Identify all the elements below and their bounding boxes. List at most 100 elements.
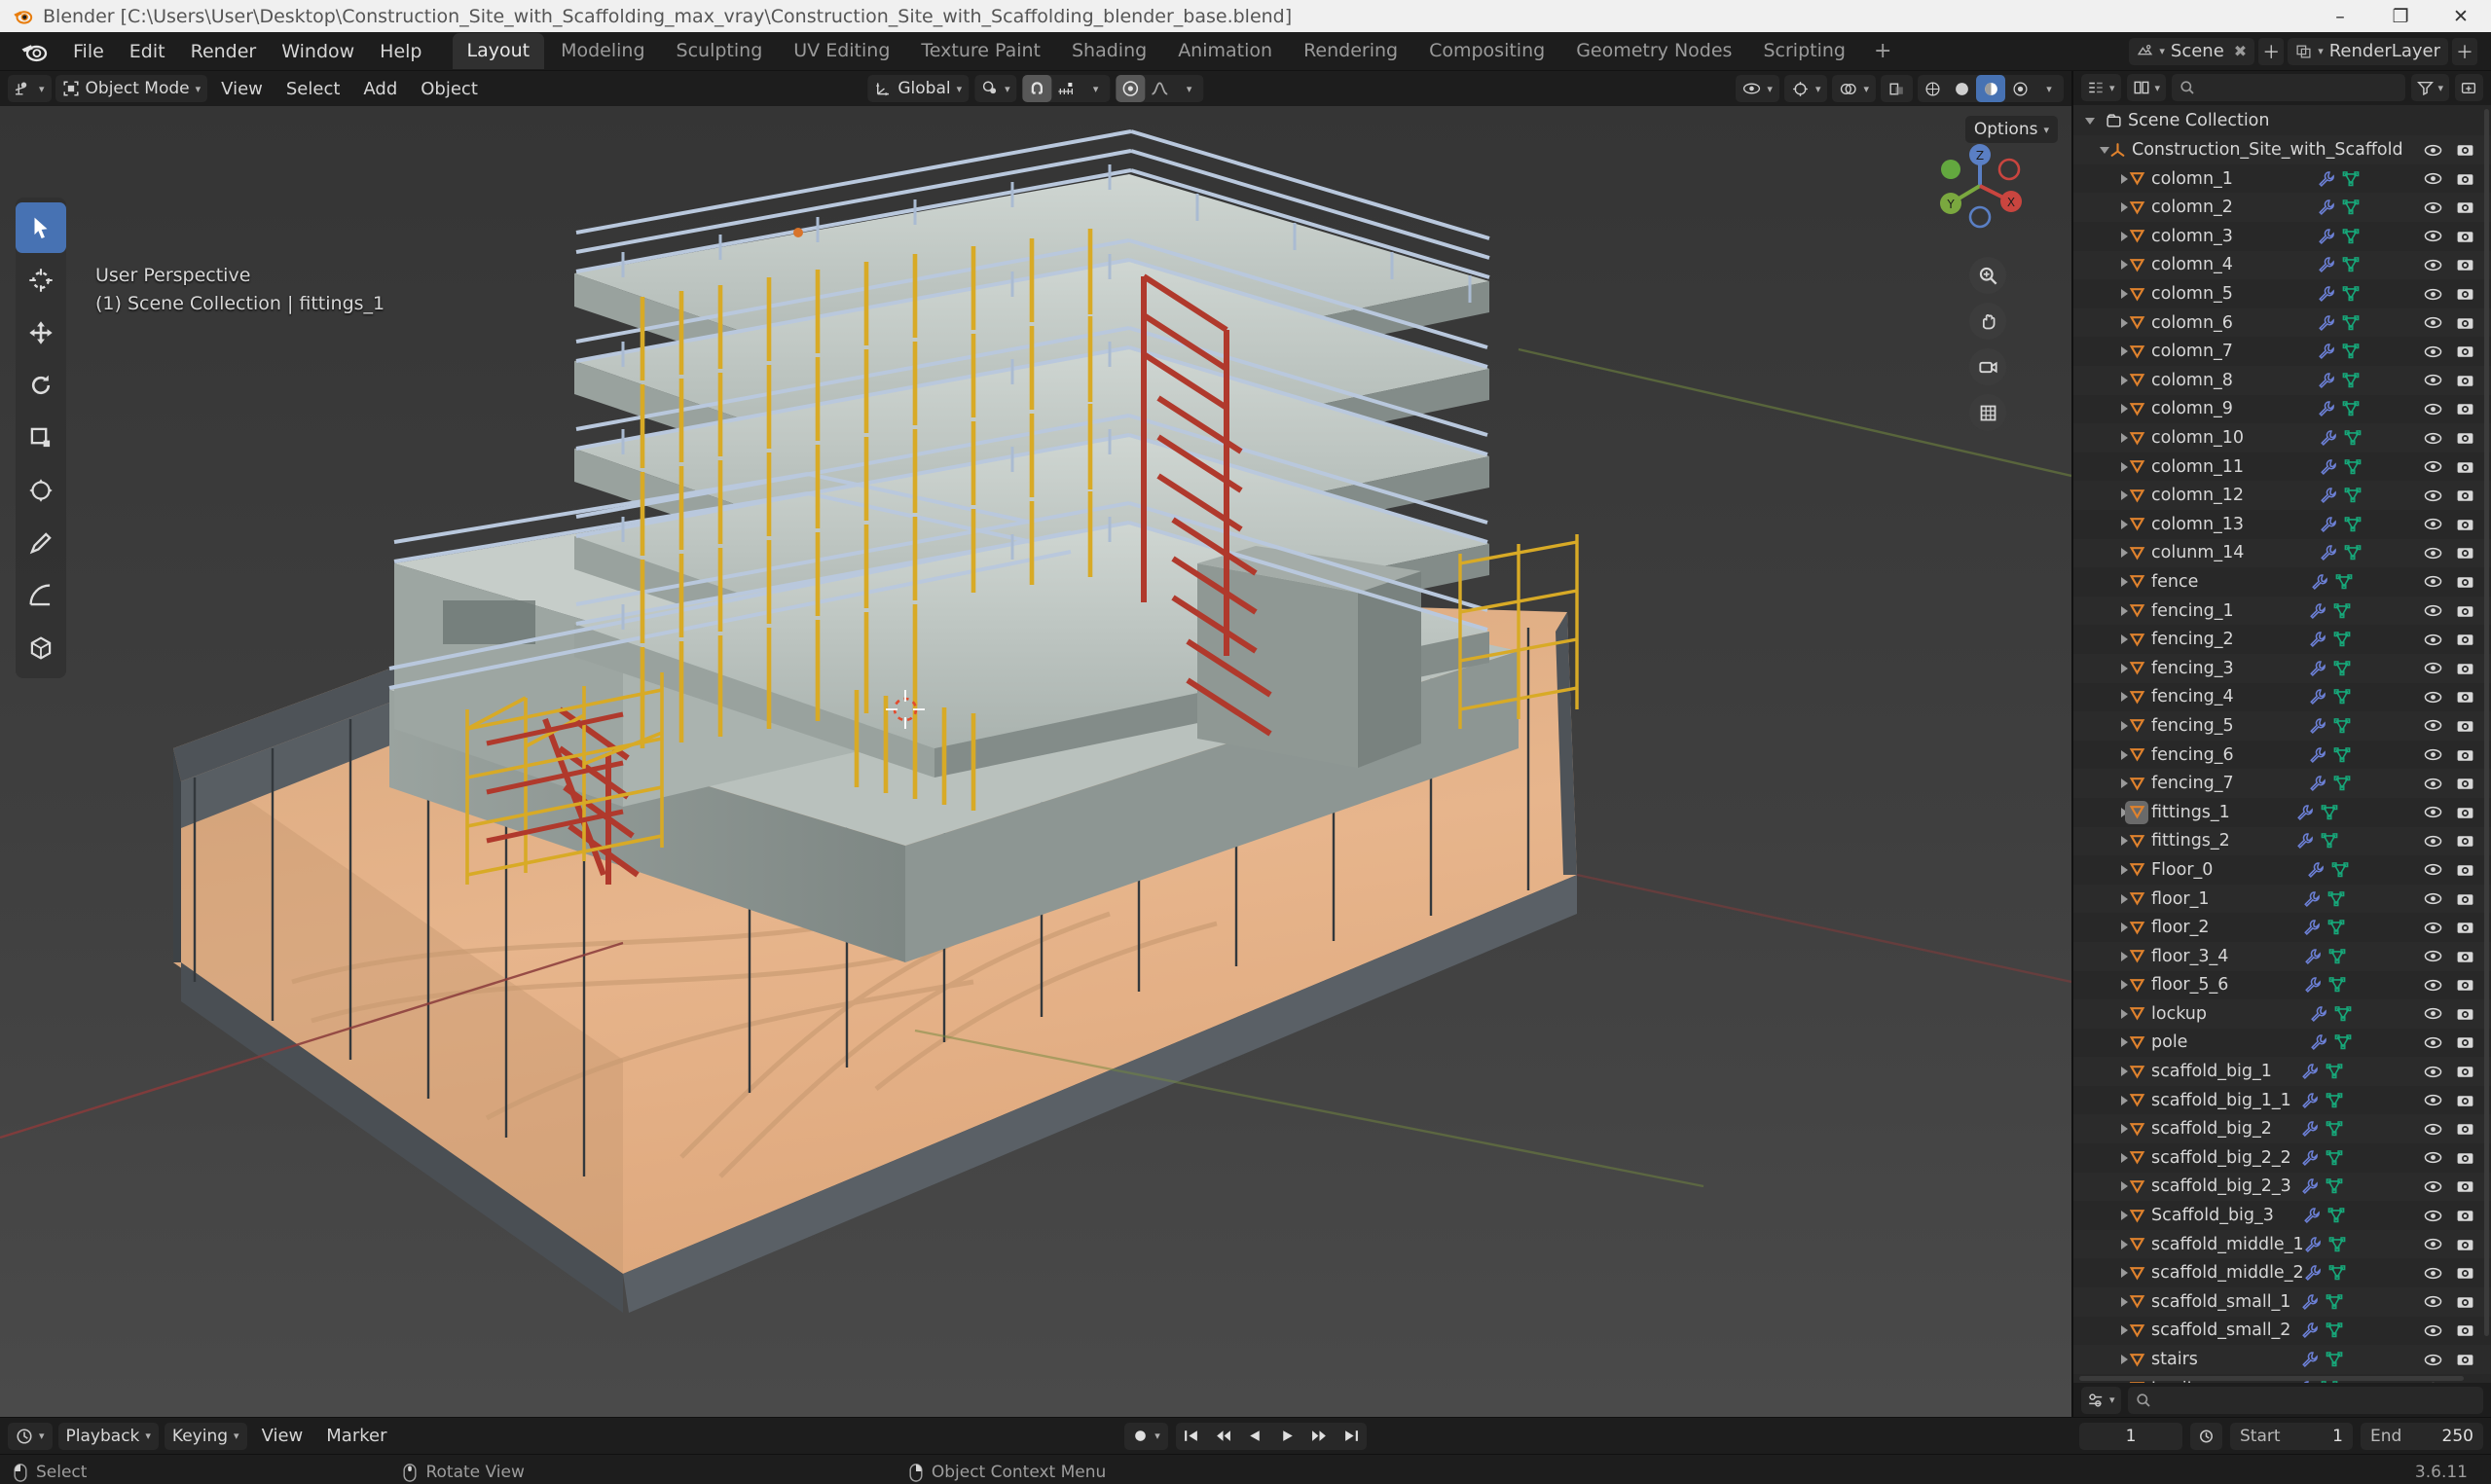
shading-chevron-down-icon[interactable]: ▾ [2034, 75, 2064, 102]
properties-editor-type-selector[interactable]: ▾ [2081, 1386, 2121, 1414]
modifier-wrench-icon[interactable] [2304, 1236, 2322, 1253]
outliner-row-scene-collection[interactable]: Scene Collection [2073, 107, 2491, 136]
outliner-row-object[interactable]: colomn_1 [2073, 164, 2491, 194]
tab-texture-paint[interactable]: Texture Paint [906, 33, 1055, 69]
object-disclosure[interactable] [2079, 1152, 2128, 1163]
mesh-data-icon[interactable] [2327, 919, 2345, 936]
object-disclosure[interactable] [2079, 404, 2128, 415]
timeline-menu-marker[interactable]: Marker [317, 1423, 395, 1449]
outliner-search-input[interactable] [2172, 74, 2406, 102]
hide-in-viewport-icon[interactable] [2424, 603, 2442, 618]
disable-in-render-icon[interactable] [2456, 517, 2474, 532]
object-disclosure[interactable] [2079, 375, 2128, 385]
object-disclosure[interactable] [2079, 1095, 2128, 1105]
modifier-wrench-icon[interactable] [2301, 1092, 2319, 1109]
object-disclosure[interactable] [2079, 1355, 2128, 1365]
scene-collection-disclosure[interactable] [2079, 117, 2101, 125]
toggle-orthographic-button[interactable] [1969, 394, 2006, 431]
object-disclosure[interactable] [2079, 864, 2128, 875]
modifier-wrench-icon[interactable] [2303, 890, 2321, 908]
modifier-wrench-icon[interactable] [2303, 1207, 2321, 1224]
mesh-data-icon[interactable] [2335, 573, 2353, 591]
outliner-new-collection-button[interactable] [2455, 74, 2483, 102]
object-disclosure[interactable] [2079, 807, 2128, 817]
current-frame-field[interactable]: 1 [2079, 1422, 2182, 1450]
disable-in-render-icon[interactable] [2456, 373, 2474, 388]
modifier-wrench-icon[interactable] [2318, 314, 2335, 332]
object-disclosure[interactable] [2079, 634, 2128, 645]
pivot-point-selector[interactable]: ▾ [974, 75, 1017, 102]
disable-in-render-icon[interactable] [2456, 286, 2474, 302]
add-workspace-button[interactable]: + [1862, 35, 1903, 67]
modifier-wrench-icon[interactable] [2301, 1177, 2319, 1195]
scene-new-icon[interactable]: ✖ [2230, 42, 2247, 60]
modifier-wrench-icon[interactable] [2310, 1005, 2327, 1023]
modifier-wrench-icon[interactable] [2318, 343, 2335, 360]
disable-in-render-icon[interactable] [2456, 632, 2474, 647]
mesh-data-icon[interactable] [2342, 199, 2360, 216]
move-tool[interactable] [16, 308, 66, 358]
hide-in-viewport-icon[interactable] [2424, 574, 2442, 589]
disable-in-render-icon[interactable] [2456, 315, 2474, 331]
tab-compositing[interactable]: Compositing [1414, 33, 1559, 69]
hide-in-viewport-icon[interactable] [2424, 1150, 2442, 1165]
scene-selector[interactable]: ▾ Scene ✖ [2129, 37, 2255, 65]
hide-in-viewport-icon[interactable] [2424, 171, 2442, 186]
mesh-data-icon[interactable] [2342, 285, 2360, 303]
modifier-wrench-icon[interactable] [2304, 1264, 2322, 1282]
tab-geometry-nodes[interactable]: Geometry Nodes [1561, 33, 1746, 69]
modifier-wrench-icon[interactable] [2318, 372, 2335, 389]
outliner-horizontal-scrollbar[interactable] [2079, 1376, 2464, 1382]
disable-in-render-icon[interactable] [2456, 430, 2474, 446]
hide-in-viewport-icon[interactable] [2424, 661, 2442, 675]
object-disclosure[interactable] [2079, 1067, 2128, 1077]
disable-in-render-icon[interactable] [2456, 603, 2474, 619]
modifier-wrench-icon[interactable] [2304, 948, 2322, 965]
jump-next-keyframe-button[interactable] [1306, 1423, 1333, 1450]
mesh-data-icon[interactable] [2331, 861, 2349, 879]
annotate-tool[interactable] [16, 518, 66, 568]
outliner-display-mode-selector[interactable]: ▾ [2126, 74, 2167, 102]
modifier-wrench-icon[interactable] [2309, 602, 2326, 620]
outliner-row-object[interactable]: scaffold_big_2_2 [2073, 1143, 2491, 1173]
object-disclosure[interactable] [2079, 548, 2128, 559]
mesh-data-icon[interactable] [2328, 948, 2346, 965]
mesh-data-icon[interactable] [2328, 1264, 2346, 1282]
modifier-wrench-icon[interactable] [2304, 976, 2322, 994]
hide-in-viewport-icon[interactable] [2424, 805, 2442, 819]
auto-keying-toggle[interactable]: ▾ [1124, 1422, 1168, 1450]
disable-in-render-icon[interactable] [2456, 199, 2474, 215]
disable-in-render-icon[interactable] [2456, 344, 2474, 359]
hide-in-viewport-icon[interactable] [2424, 1065, 2442, 1079]
outliner-row-object[interactable]: fencing_5 [2073, 711, 2491, 741]
viewport-menu-select[interactable]: Select [276, 75, 350, 103]
object-disclosure[interactable] [2079, 692, 2128, 703]
outliner-row-object[interactable]: Floor_0 [2073, 855, 2491, 885]
hide-in-viewport-icon[interactable] [2424, 315, 2442, 330]
blender-menu-icon[interactable] [19, 39, 49, 64]
disable-in-render-icon[interactable] [2456, 805, 2474, 820]
disable-in-render-icon[interactable] [2456, 1006, 2474, 1022]
outliner-row-object[interactable]: scaffold_big_1_1 [2073, 1086, 2491, 1115]
disable-in-render-icon[interactable] [2456, 545, 2474, 561]
mesh-data-icon[interactable] [2326, 1149, 2343, 1167]
hide-in-viewport-icon[interactable] [2424, 1093, 2442, 1107]
outliner-row-object[interactable]: Scaffold_big_3 [2073, 1201, 2491, 1230]
tab-shading[interactable]: Shading [1057, 33, 1161, 69]
object-disclosure[interactable] [2079, 605, 2128, 616]
modifier-wrench-icon[interactable] [2301, 1351, 2319, 1368]
modifier-wrench-icon[interactable] [2320, 458, 2337, 476]
outliner-row-object[interactable]: pole [2073, 1029, 2491, 1058]
object-disclosure[interactable] [2079, 173, 2128, 184]
outliner-row-object[interactable]: fittings_2 [2073, 826, 2491, 856]
modifier-wrench-icon[interactable] [2309, 775, 2326, 792]
modifier-wrench-icon[interactable] [2318, 170, 2335, 188]
hide-in-viewport-icon[interactable] [2424, 489, 2442, 503]
tab-scripting[interactable]: Scripting [1748, 33, 1860, 69]
mesh-data-icon[interactable] [2326, 1063, 2343, 1080]
modifier-wrench-icon[interactable] [2309, 631, 2326, 648]
minimize-button[interactable]: – [2310, 0, 2370, 32]
tweak-select-tool[interactable] [16, 202, 66, 253]
object-disclosure[interactable] [2079, 231, 2128, 241]
view-layer-selector[interactable]: ▾ RenderLayer [2288, 37, 2448, 65]
